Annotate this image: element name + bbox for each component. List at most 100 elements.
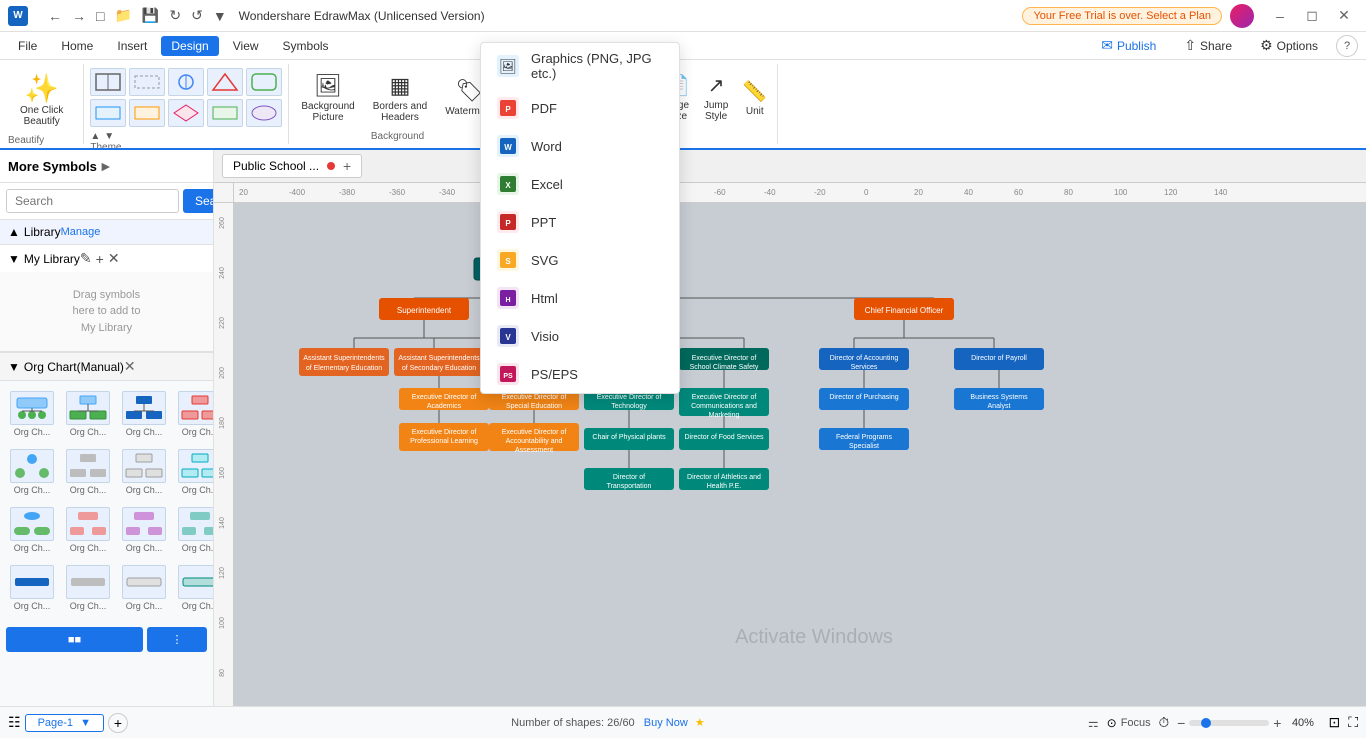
fullscreen-btn[interactable]: ⛶ xyxy=(1348,714,1358,731)
undo-btn[interactable]: ↻ xyxy=(165,5,185,26)
svg-text:PS: PS xyxy=(503,373,513,380)
buy-now-btn[interactable]: Buy Now xyxy=(644,717,688,729)
shape-label: Org Ch... xyxy=(70,601,107,611)
zoom-in-btn[interactable]: + xyxy=(1273,715,1281,731)
shape-thumb-9[interactable] xyxy=(207,99,243,127)
collapse-sidebar-btn[interactable]: ► xyxy=(97,156,115,176)
list-item[interactable]: Org Ch... xyxy=(174,561,213,615)
back-btn[interactable]: ← xyxy=(44,6,66,26)
list-item[interactable]: Org Ch... xyxy=(6,387,58,441)
menu-insert[interactable]: Insert xyxy=(107,36,157,56)
list-item[interactable]: Org Ch... xyxy=(118,503,170,557)
list-item[interactable]: Org Ch... xyxy=(62,445,114,499)
shape-thumb-6[interactable] xyxy=(90,99,126,127)
manage-btn[interactable]: Manage xyxy=(61,226,101,238)
canvas-tab-bar: Public School ... + xyxy=(214,150,1366,183)
folder-btn[interactable]: 📁 xyxy=(110,5,135,26)
org-close-btn[interactable]: ✕ xyxy=(124,358,136,375)
unit-btn[interactable]: 📏 Unit xyxy=(736,75,773,121)
share-btn[interactable]: ⇧ Share xyxy=(1174,34,1242,57)
list-item[interactable]: Org Ch... xyxy=(62,387,114,441)
minimize-btn[interactable]: – xyxy=(1266,6,1294,26)
org-section-header[interactable]: ▼ Org Chart(Manual) ✕ xyxy=(0,353,213,381)
menu-design[interactable]: Design xyxy=(161,36,218,56)
theme-section-label: Theme xyxy=(90,142,121,150)
search-btn[interactable]: Search xyxy=(183,189,214,213)
menu-view[interactable]: View xyxy=(223,36,269,56)
export-graphics-btn[interactable]: 🖼 Graphics (PNG, JPG etc.) xyxy=(481,43,679,89)
canvas-tab[interactable]: Public School ... + xyxy=(222,154,362,178)
layout-btn[interactable]: ☷ xyxy=(8,714,21,731)
forward-btn[interactable]: → xyxy=(68,6,90,26)
focus-icon-btn[interactable]: ⊙ xyxy=(1107,716,1117,730)
list-item[interactable]: Org Ch... xyxy=(174,503,213,557)
menu-symbols[interactable]: Symbols xyxy=(273,36,339,56)
close-btn[interactable]: ✕ xyxy=(1330,6,1358,26)
my-library-header[interactable]: ▼ My Library ✎ + ✕ xyxy=(0,245,213,272)
shape-label: Org Ch... xyxy=(182,601,213,611)
shape-thumb-2[interactable] xyxy=(129,68,165,96)
redo-btn[interactable]: ↺ xyxy=(187,5,207,26)
add-tab-btn[interactable]: + xyxy=(343,158,351,174)
export-html-btn[interactable]: H Html xyxy=(481,279,679,317)
export-svg-btn[interactable]: S SVG xyxy=(481,241,679,279)
list-item[interactable]: Org Ch... xyxy=(62,561,114,615)
add-page-btn[interactable]: + xyxy=(108,713,128,733)
background-picture-btn[interactable]: 🖼 BackgroundPicture xyxy=(293,69,362,127)
export-word-btn[interactable]: W Word xyxy=(481,127,679,165)
list-item[interactable]: Org Ch... xyxy=(6,445,58,499)
zoom-out-btn[interactable]: − xyxy=(1177,715,1185,731)
jump-style-icon: ↗ xyxy=(708,73,725,98)
restore-btn[interactable]: ◻ xyxy=(1298,6,1326,26)
canvas-scroll[interactable]: CEO Board of Executives Super xyxy=(234,203,1366,706)
my-library-close-btn[interactable]: ✕ xyxy=(108,250,120,267)
list-item[interactable]: Org Ch... xyxy=(62,503,114,557)
options-icon: ⚙ xyxy=(1260,37,1273,54)
list-item[interactable]: Org Ch... xyxy=(174,445,213,499)
options-btn[interactable]: ⚙ Options xyxy=(1250,34,1328,57)
export-visio-btn[interactable]: V Visio xyxy=(481,317,679,355)
quick-access-btn[interactable]: ▼ xyxy=(209,6,231,26)
shape-thumb-3[interactable] xyxy=(168,68,204,96)
help-btn[interactable]: ? xyxy=(1336,35,1358,57)
shape-thumb-10[interactable] xyxy=(246,99,282,127)
blue-action-btn-2[interactable]: ⋮ xyxy=(147,627,207,652)
zoom-slider-thumb[interactable] xyxy=(1201,718,1211,728)
my-library-add-btn[interactable]: + xyxy=(96,250,104,267)
menu-file[interactable]: File xyxy=(8,36,47,56)
blue-action-btn-1[interactable]: ■■ xyxy=(6,627,143,652)
export-ps-btn[interactable]: PS PS/EPS xyxy=(481,355,679,393)
maximize-btn[interactable]: □ xyxy=(92,6,108,26)
trial-badge[interactable]: Your Free Trial is over. Select a Plan xyxy=(1022,7,1222,25)
layers-btn[interactable]: ⚎ xyxy=(1088,716,1099,730)
menu-home[interactable]: Home xyxy=(51,36,103,56)
list-item[interactable]: Org Ch... xyxy=(118,561,170,615)
export-ppt-btn[interactable]: P PPT xyxy=(481,203,679,241)
publish-btn[interactable]: ✉ Publish xyxy=(1091,34,1166,57)
page-tabs: Page-1 ▼ + xyxy=(25,713,128,733)
svg-text:of Secondary Education: of Secondary Education xyxy=(402,365,476,372)
shape-thumb-8[interactable] xyxy=(168,99,204,127)
jump-style-btn[interactable]: ↗ JumpStyle xyxy=(698,69,734,126)
list-item[interactable]: Org Ch... xyxy=(118,445,170,499)
shape-thumb-4[interactable] xyxy=(207,68,243,96)
list-item[interactable]: Org Ch... xyxy=(174,387,213,441)
export-excel-btn[interactable]: X Excel xyxy=(481,165,679,203)
shape-thumb-5[interactable] xyxy=(246,68,282,96)
page-tab-1[interactable]: Page-1 ▼ xyxy=(25,714,104,732)
timer-btn[interactable]: ⏱ xyxy=(1159,715,1169,731)
shape-thumb-7[interactable] xyxy=(129,99,165,127)
export-pdf-btn[interactable]: P PDF xyxy=(481,89,679,127)
list-item[interactable]: Org Ch... xyxy=(6,561,58,615)
list-item[interactable]: Org Ch... xyxy=(6,503,58,557)
save-btn[interactable]: 💾 xyxy=(138,5,163,26)
library-header[interactable]: ▲ Library Manage xyxy=(0,220,213,245)
borders-headers-btn[interactable]: ▦ Borders andHeaders xyxy=(365,69,435,127)
search-input[interactable] xyxy=(6,189,179,213)
list-item[interactable]: Org Ch... xyxy=(118,387,170,441)
beautify-btn[interactable]: ✨ One ClickBeautify xyxy=(8,64,75,135)
svg-text:Assistant Superintendents: Assistant Superintendents xyxy=(398,355,480,362)
my-library-edit-btn[interactable]: ✎ xyxy=(80,250,92,267)
shape-thumb-1[interactable] xyxy=(90,68,126,96)
fit-page-btn[interactable]: ⊡ xyxy=(1328,714,1340,731)
